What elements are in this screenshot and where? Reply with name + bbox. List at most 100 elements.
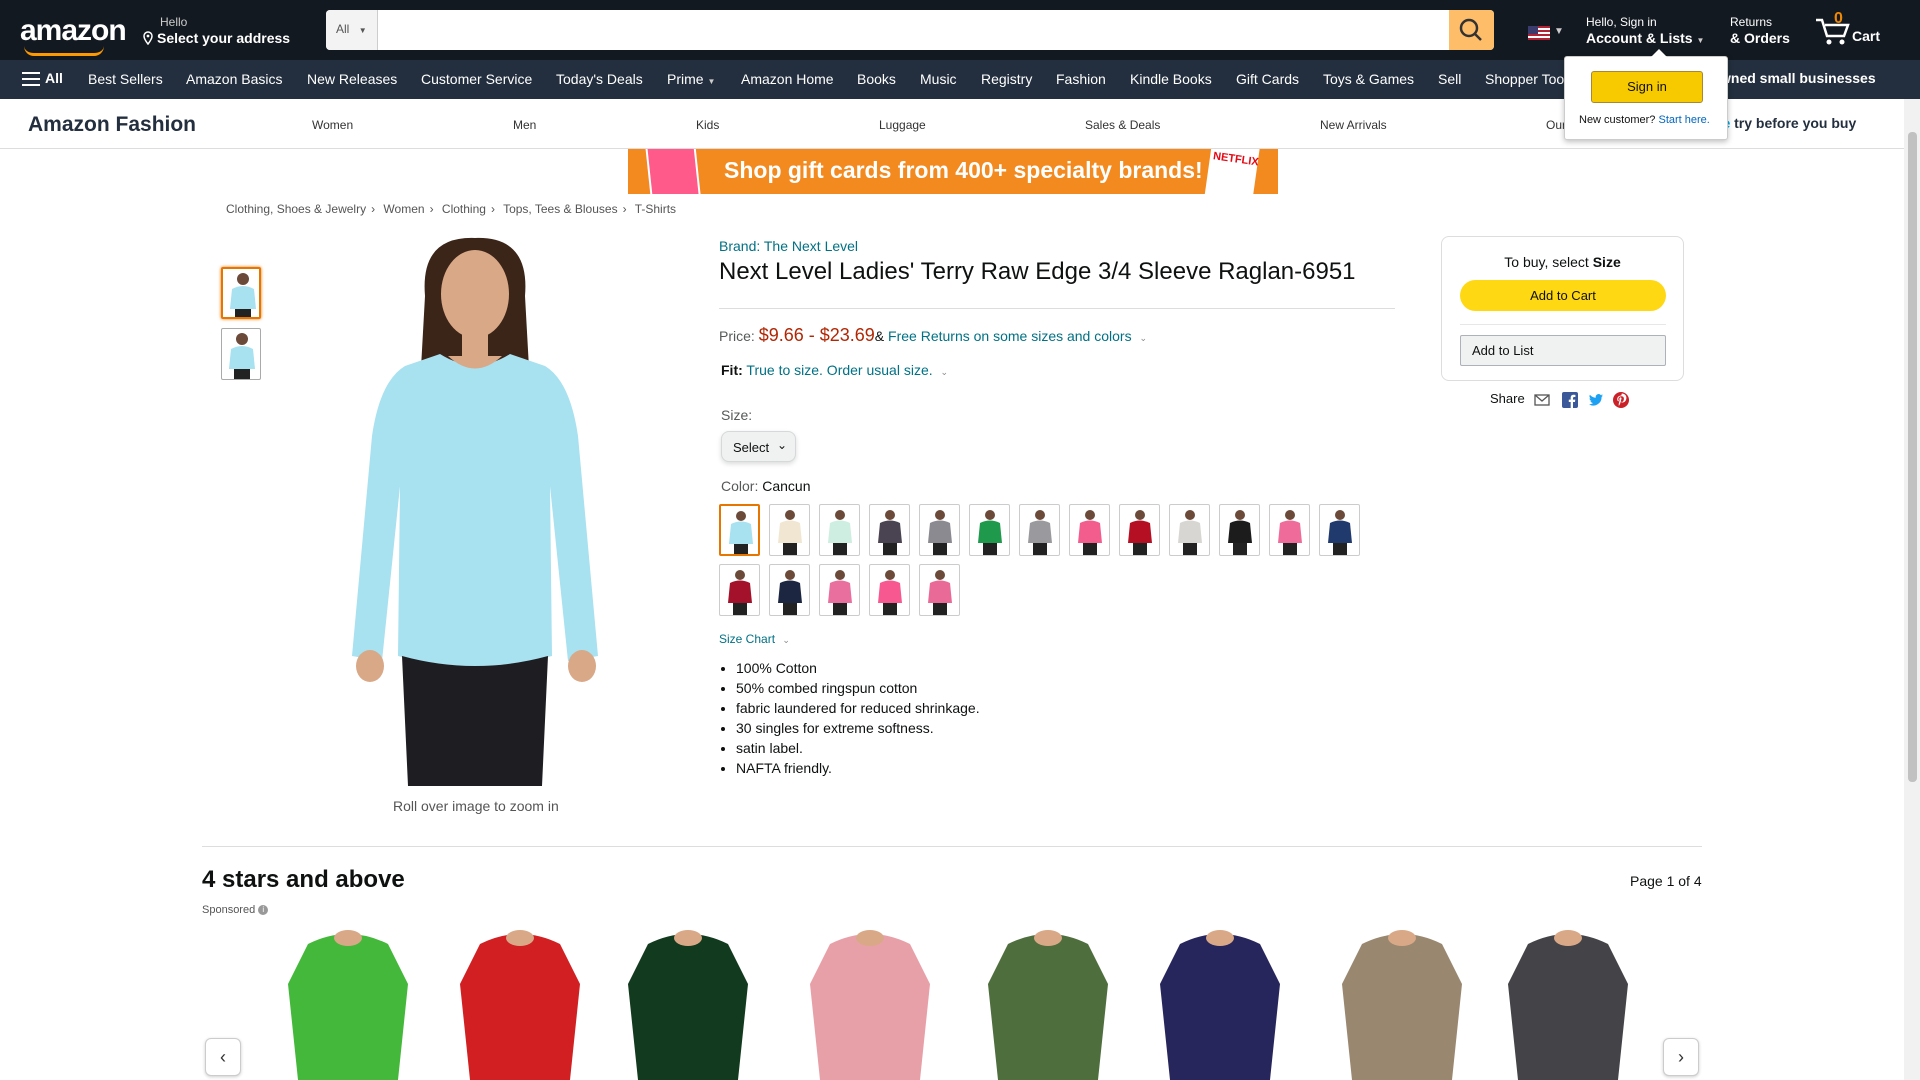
all-menu-button[interactable]: All — [22, 70, 63, 87]
nav-item-kindle-books[interactable]: Kindle Books — [1130, 71, 1212, 87]
carousel-product-image[interactable] — [1488, 924, 1648, 1080]
nav-item-new-releases[interactable]: New Releases — [307, 71, 397, 87]
fashion-tab-sales-deals[interactable]: Sales & Deals — [1085, 118, 1160, 132]
nav-item-gift-cards[interactable]: Gift Cards — [1236, 71, 1299, 87]
free-returns-link[interactable]: Free Returns on some sizes and colors ⌄ — [888, 328, 1147, 344]
info-icon[interactable]: i — [258, 905, 269, 916]
color-swatch[interactable] — [869, 564, 910, 616]
search-button[interactable] — [1449, 10, 1494, 50]
banner-text: Shop gift cards from 400+ specialty bran… — [724, 157, 1203, 183]
fashion-tab-women[interactable]: Women — [312, 118, 353, 132]
nav-item-customer-service[interactable]: Customer Service — [421, 71, 532, 87]
scrollbar-thumb[interactable] — [1908, 132, 1917, 782]
twitter-icon[interactable] — [1588, 392, 1604, 408]
feature-bullet: 100% Cotton — [736, 658, 980, 678]
carousel-product-image[interactable] — [440, 924, 600, 1080]
color-swatch[interactable] — [969, 504, 1010, 556]
breadcrumb-item[interactable]: Clothing, Shoes & Jewelry — [226, 202, 366, 216]
color-swatch[interactable] — [919, 564, 960, 616]
carousel-product-image[interactable] — [608, 924, 768, 1080]
size-chart-link[interactable]: Size Chart ⌄ — [719, 632, 790, 646]
carousel-product-image[interactable] — [1140, 924, 1300, 1080]
color-swatch[interactable] — [1119, 504, 1160, 556]
nav-item-registry[interactable]: Registry — [981, 71, 1032, 87]
color-swatch[interactable] — [719, 504, 760, 556]
nav-item-toys-games[interactable]: Toys & Games — [1323, 71, 1414, 87]
carousel-product-image[interactable] — [790, 924, 950, 1080]
breadcrumb-item[interactable]: Women — [383, 202, 424, 216]
carousel-product-image[interactable] — [268, 924, 428, 1080]
nav-item-fashion[interactable]: Fashion — [1056, 71, 1106, 87]
carousel-product-image[interactable] — [968, 924, 1128, 1080]
nav-item-shopper-toolkit[interactable]: Shopper Too — [1485, 71, 1564, 87]
start-here-link[interactable]: Start here. — [1658, 114, 1709, 126]
returns-orders[interactable]: Returns & Orders — [1730, 14, 1790, 46]
email-icon[interactable] — [1534, 392, 1550, 408]
color-swatch[interactable] — [719, 564, 760, 616]
size-label: Size: — [721, 407, 753, 423]
facebook-icon[interactable] — [1561, 391, 1578, 408]
amazon-logo[interactable]: amazon — [20, 14, 127, 56]
fit-link[interactable]: True to size. Order usual size. ⌄ — [746, 362, 948, 378]
size-dropdown[interactable]: Select ⌄ — [721, 431, 796, 462]
color-swatch[interactable] — [819, 504, 860, 556]
color-swatch[interactable] — [1319, 504, 1360, 556]
breadcrumb-item[interactable]: Tops, Tees & Blouses — [503, 202, 618, 216]
search-category-dropdown[interactable]: All ▼ — [326, 10, 378, 50]
account-lists[interactable]: Hello, Sign in Account & Lists ▼ — [1586, 14, 1704, 49]
nav-item-todays-deals[interactable]: Today's Deals — [556, 71, 643, 87]
nav-item-books[interactable]: Books — [857, 71, 896, 87]
amazon-fashion-title[interactable]: Amazon Fashion — [28, 113, 196, 137]
add-to-list-button[interactable]: Add to List — [1460, 335, 1666, 366]
cart-button[interactable]: 0 Cart — [1814, 10, 1904, 50]
caret-down-icon: ▼ — [1554, 26, 1564, 37]
product-main-image[interactable] — [330, 236, 620, 786]
color-swatch[interactable] — [769, 564, 810, 616]
fashion-tab-kids[interactable]: Kids — [696, 118, 719, 132]
color-swatch[interactable] — [1269, 504, 1310, 556]
search-input[interactable] — [378, 10, 1448, 50]
signin-button[interactable]: Sign in — [1591, 71, 1703, 103]
signin-flyout: Sign in New customer? Start here. — [1564, 49, 1728, 140]
add-to-cart-button[interactable]: Add to Cart — [1460, 280, 1666, 311]
color-swatch[interactable] — [819, 564, 860, 616]
nav-item-amazon-basics[interactable]: Amazon Basics — [186, 71, 282, 87]
zoom-hint: Roll over image to zoom in — [393, 798, 559, 814]
pinterest-icon[interactable] — [1613, 391, 1630, 408]
carousel-product-image[interactable] — [1322, 924, 1482, 1080]
color-swatch[interactable] — [1069, 504, 1110, 556]
nav-item-sell[interactable]: Sell — [1438, 71, 1461, 87]
color-swatch[interactable] — [869, 504, 910, 556]
fashion-tab-men[interactable]: Men — [513, 118, 536, 132]
nav-item-prime[interactable]: Prime ▼ — [667, 71, 715, 87]
chevron-right-icon: › — [490, 202, 495, 216]
nav-promo-small-businesses[interactable]: wned small businesses — [1720, 70, 1876, 86]
fashion-tab-luggage[interactable]: Luggage — [879, 118, 926, 132]
fashion-tab-new-arrivals[interactable]: New Arrivals — [1320, 118, 1387, 132]
nav-item-music[interactable]: Music — [920, 71, 957, 87]
us-flag-icon[interactable] — [1528, 26, 1550, 40]
nav-item-best-sellers[interactable]: Best Sellers — [88, 71, 163, 87]
nav-item-amazon-home[interactable]: Amazon Home — [741, 71, 834, 87]
logo-smile-icon — [24, 46, 104, 56]
color-swatch[interactable] — [1019, 504, 1060, 556]
brand-link[interactable]: Brand: The Next Level — [719, 238, 858, 254]
deliver-to[interactable]: Hello Select your address — [142, 14, 290, 46]
color-swatch[interactable] — [1169, 504, 1210, 556]
breadcrumb-item[interactable]: Clothing — [442, 202, 486, 216]
color-swatch[interactable] — [1219, 504, 1260, 556]
product-thumbnail[interactable] — [221, 267, 261, 319]
carousel-next-button[interactable]: › — [1663, 1038, 1699, 1076]
airbnb-gift-card-image — [645, 149, 701, 194]
product-thumbnail[interactable] — [221, 328, 261, 380]
color-label-key: Color: — [721, 478, 759, 494]
color-swatch[interactable] — [769, 504, 810, 556]
carousel-prev-button[interactable]: ‹ — [205, 1038, 241, 1076]
prime-try-before-you-buy[interactable]: me try before you buy — [1710, 115, 1856, 131]
to-buy-text: To buy, select Size — [1442, 254, 1683, 270]
fashion-tab-our[interactable]: Our — [1546, 118, 1566, 132]
breadcrumb-item[interactable]: T-Shirts — [635, 202, 676, 216]
gift-card-banner[interactable]: Shop gift cards from 400+ specialty bran… — [628, 149, 1278, 194]
feature-bullet: satin label. — [736, 738, 980, 758]
color-swatch[interactable] — [919, 504, 960, 556]
